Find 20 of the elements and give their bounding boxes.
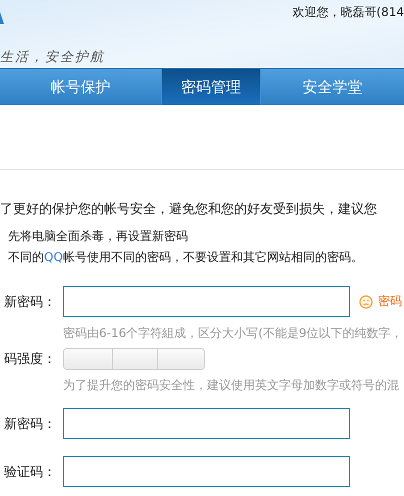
status-text: 密码 <box>378 293 402 310</box>
hint-text: 密码由6-16个字符組成，区分大小写(不能是9位以下的纯数字， <box>62 324 404 342</box>
field-label: 新密码： <box>3 416 56 433</box>
nav-tab[interactable]: 安全学堂 <box>260 69 404 106</box>
slogan: 生活，安全护航 <box>0 49 105 66</box>
input-field[interactable] <box>63 408 350 440</box>
sad-face-icon <box>359 294 373 309</box>
input-field[interactable] <box>63 456 350 488</box>
tip-text: 不同的QQ帐号使用不同的密码，不要设置和其它网站相同的密码。 <box>8 248 364 266</box>
nav-tab[interactable]: 帐号保护 <box>0 69 162 106</box>
field-label: 码强度： <box>3 350 56 368</box>
field-label: 新密码： <box>3 294 56 311</box>
tip-text: 先将电脑全面杀毒，再设置新密码 <box>8 228 189 245</box>
intro-text: 了更好的保护您的帐号安全，避免您和您的好友受到损失，建议您 <box>0 200 377 218</box>
logo-icon <box>0 12 4 24</box>
welcome-text: 欢迎您，晓磊哥(814 <box>292 4 404 21</box>
field-label: 验证码： <box>3 464 56 481</box>
hint-text: 为了提升您的密码安全性，建议使用英文字母加数字或符号的混 <box>62 376 400 394</box>
nav-tab[interactable]: 密码管理 <box>161 69 261 106</box>
input-field[interactable] <box>63 286 350 318</box>
